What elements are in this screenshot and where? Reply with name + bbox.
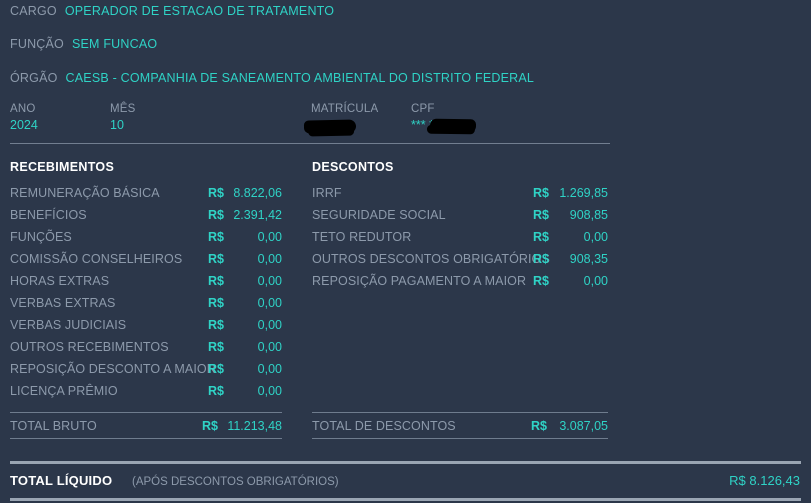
table-row: VERBAS EXTRAS R$ 0,00 (10, 292, 282, 314)
row-amount: 0,00 (257, 230, 282, 244)
field-mes: MÊS 10 (110, 102, 136, 134)
table-row: REPOSIÇÃO DESCONTO A MAIOR R$ 0,00 (10, 358, 282, 380)
redaction-mark-matricula (303, 119, 357, 134)
row-label: TETO REDUTOR (312, 230, 412, 244)
row-amount: 0,00 (257, 252, 282, 266)
row-label: REPOSIÇÃO PAGAMENTO A MAIOR (312, 274, 527, 288)
row-amount: 1.269,85 (559, 186, 608, 200)
row-amount: 0,00 (583, 230, 608, 244)
row-label: VERBAS JUDICIAIS (10, 318, 127, 332)
field-label-mes: MÊS (110, 103, 136, 115)
table-row: SEGURIDADE SOCIAL R$ 908,85 (312, 204, 608, 226)
table-row: IRRF R$ 1.269,85 (312, 182, 608, 204)
row-amount: 8.822,06 (233, 186, 282, 200)
row-label: VERBAS EXTRAS (10, 296, 116, 310)
total-liquido-label: TOTAL LÍQUIDO (10, 473, 113, 488)
field-matricula: MATRÍCULA (311, 102, 378, 117)
total-bruto-label: TOTAL BRUTO (10, 419, 97, 433)
table-row: COMISSÃO CONSELHEIROS R$ 0,00 (10, 248, 282, 270)
payslip-sheet: CARGO OPERADOR DE ESTACAO DE TRATAMENTO F… (0, 0, 811, 503)
identity-row-cargo: CARGO OPERADOR DE ESTACAO DE TRATAMENTO (10, 4, 334, 18)
total-descontos-label: TOTAL DE DESCONTOS (312, 419, 456, 433)
row-amount: 0,00 (257, 340, 282, 354)
section-recebimentos: RECEBIMENTOS REMUNERAÇÃO BÁSICA R$ 8.822… (10, 160, 282, 402)
total-bruto-amount: 11.213,48 (227, 419, 282, 433)
section-descontos: DESCONTOS IRRF R$ 1.269,85 SEGURIDADE SO… (312, 160, 608, 292)
table-row: BENEFÍCIOS R$ 2.391,42 (10, 204, 282, 226)
table-row: LICENÇA PRÊMIO R$ 0,00 (10, 380, 282, 402)
table-row: REMUNERAÇÃO BÁSICA R$ 8.822,06 (10, 182, 282, 204)
identity-value-funcao: SEM FUNCAO (71, 37, 158, 51)
total-descontos: TOTAL DE DESCONTOS R$ 3.087,05 (312, 412, 608, 439)
header-divider (10, 143, 610, 144)
row-label: REMUNERAÇÃO BÁSICA (10, 186, 160, 200)
identity-label-funcao: FUNÇÃO (10, 37, 64, 51)
section-title-recebimentos: RECEBIMENTOS (10, 160, 115, 174)
section-title-descontos: DESCONTOS (312, 160, 394, 174)
row-amount: 908,35 (569, 252, 608, 266)
row-label: IRRF (312, 186, 342, 200)
row-amount: 0,00 (257, 296, 282, 310)
table-row: OUTROS RECEBIMENTOS R$ 0,00 (10, 336, 282, 358)
field-label-matricula: MATRÍCULA (311, 103, 379, 115)
field-value-mes: 10 (110, 118, 124, 132)
identity-label-orgao: ÓRGÃO (10, 71, 58, 85)
total-descontos-amount: 3.087,05 (559, 419, 608, 433)
total-liquido-note: (APÓS DESCONTOS OBRIGATÓRIOS) (132, 476, 339, 488)
row-label: BENEFÍCIOS (10, 208, 87, 222)
row-amount: 0,00 (583, 274, 608, 288)
table-row: VERBAS JUDICIAIS R$ 0,00 (10, 314, 282, 336)
field-value-ano: 2024 (10, 118, 38, 132)
table-row: TETO REDUTOR R$ 0,00 (312, 226, 608, 248)
identity-label-cargo: CARGO (10, 4, 57, 18)
field-cpf: CPF *** ** (411, 102, 439, 134)
total-liquido-bar: TOTAL LÍQUIDO (APÓS DESCONTOS OBRIGATÓRI… (10, 461, 801, 501)
identity-value-orgao: CAESB - COMPANHIA DE SANEAMENTO AMBIENTA… (65, 71, 535, 85)
table-row: OUTROS DESCONTOS OBRIGATÓRIOS R$ 908,35 (312, 248, 608, 270)
row-amount: 2.391,42 (233, 208, 282, 222)
row-amount: 908,85 (569, 208, 608, 222)
total-liquido-amount: R$ 8.126,43 (729, 473, 800, 488)
identity-value-cargo: OPERADOR DE ESTACAO DE TRATAMENTO (64, 4, 335, 18)
table-row: REPOSIÇÃO PAGAMENTO A MAIOR R$ 0,00 (312, 270, 608, 292)
field-label-ano: ANO (10, 103, 36, 115)
field-value-cpf: *** ** (411, 118, 439, 132)
row-label: OUTROS RECEBIMENTOS (10, 340, 169, 354)
row-amount: 0,00 (257, 318, 282, 332)
row-label: FUNÇÕES (10, 230, 72, 244)
field-ano: ANO 2024 (10, 102, 38, 134)
row-label: HORAS EXTRAS (10, 274, 110, 288)
total-bruto: TOTAL BRUTO R$ 11.213,48 (10, 412, 282, 439)
row-amount: 0,00 (257, 362, 282, 376)
field-label-cpf: CPF (411, 103, 435, 115)
row-amount: 0,00 (257, 384, 282, 398)
identity-row-funcao: FUNÇÃO SEM FUNCAO (10, 37, 157, 51)
row-label: LICENÇA PRÊMIO (10, 384, 118, 398)
row-label: SEGURIDADE SOCIAL (312, 208, 446, 222)
row-amount: 0,00 (257, 274, 282, 288)
table-row: HORAS EXTRAS R$ 0,00 (10, 270, 282, 292)
identity-row-orgao: ÓRGÃO CAESB - COMPANHIA DE SANEAMENTO AMB… (10, 71, 534, 85)
table-row: FUNÇÕES R$ 0,00 (10, 226, 282, 248)
row-label: COMISSÃO CONSELHEIROS (10, 252, 183, 266)
